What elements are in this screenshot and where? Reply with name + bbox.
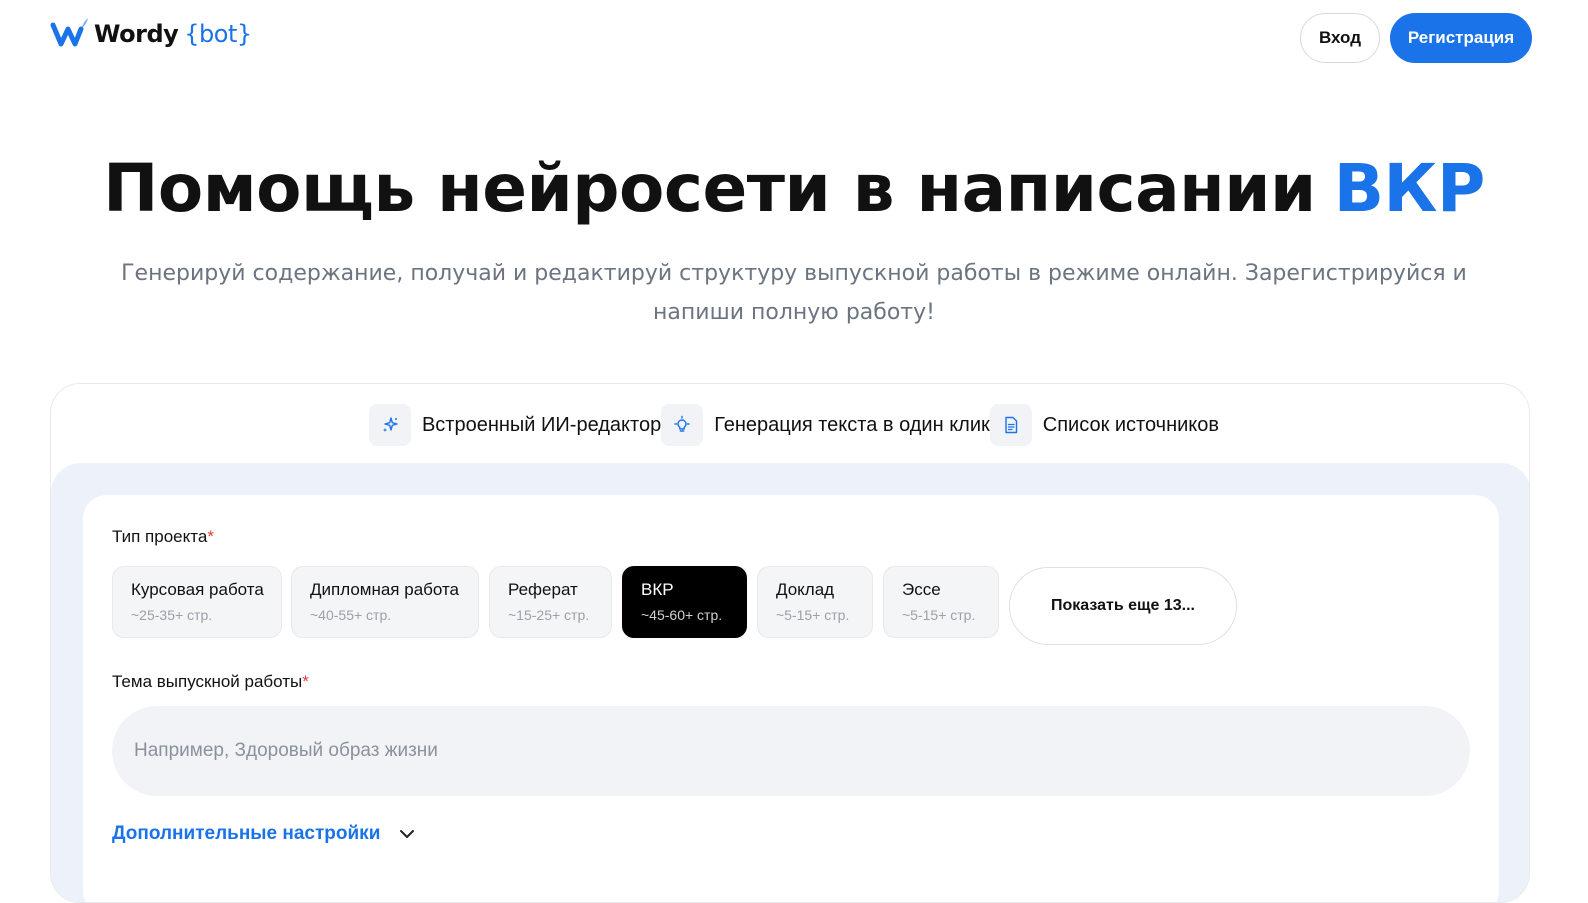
type-option-pages: ~25-35+ стр. [131, 607, 213, 623]
topic-input[interactable] [112, 706, 1470, 796]
chevron-down-icon [400, 830, 415, 838]
type-option-name: ВКР [641, 580, 674, 599]
sparkle-icon [368, 404, 411, 446]
type-option-name: Дипломная работа [310, 580, 460, 599]
hero-subtitle: Генерируй содержание, получай и редактир… [121, 261, 1467, 325]
register-button[interactable]: Регистрация [1390, 13, 1532, 63]
feature-list: Встроенный ИИ-редактор Генерация текста … [51, 404, 1529, 446]
topic-label-text: Тема выпускной работы [112, 672, 303, 691]
feature-ai-editor: Встроенный ИИ-редактор [368, 404, 662, 446]
type-option-pages: ~40-55+ стр. [310, 607, 392, 623]
required-mark: * [302, 672, 309, 691]
topic-label: Тема выпускной работы* [112, 672, 309, 692]
feature-label: Встроенный ИИ-редактор [421, 413, 662, 436]
lightbulb-icon [661, 404, 704, 446]
hero-title: Помощь нейросети в написании ВКР [0, 150, 1588, 227]
feature-one-click: Генерация текста в один клик [661, 404, 990, 446]
logo-accent-text: {bot} [184, 20, 252, 48]
logo-text: Wordy [94, 20, 179, 48]
project-type-label: Тип проекта* [112, 527, 214, 547]
type-option-coursework[interactable]: Курсовая работа ~25-35+ стр. [112, 566, 282, 638]
type-option-pages: ~5-15+ стр. [902, 607, 976, 623]
project-form: Тип проекта* Курсовая работа ~25-35+ стр… [83, 495, 1499, 902]
document-icon [989, 404, 1032, 446]
required-mark: * [207, 527, 214, 546]
type-option-essay-report[interactable]: Реферат ~15-25+ стр. [489, 566, 612, 638]
hero-title-accent: ВКР [1333, 150, 1486, 227]
project-type-label-text: Тип проекта [112, 527, 208, 546]
type-option-name: Доклад [776, 580, 835, 599]
type-option-diploma[interactable]: Дипломная работа ~40-55+ стр. [291, 566, 479, 638]
type-option-essay[interactable]: Эссе ~5-15+ стр. [883, 566, 999, 638]
type-option-name: Эссе [902, 580, 941, 599]
type-option-name: Реферат [508, 580, 578, 599]
logo-icon [50, 18, 88, 47]
type-option-vkr[interactable]: ВКР ~45-60+ стр. [622, 566, 747, 638]
type-option-pages: ~15-25+ стр. [508, 607, 590, 623]
feature-label: Генерация текста в один клик [714, 413, 990, 436]
site-header: Wordy {bot} Вход Регистрация [0, 0, 1588, 78]
logo[interactable]: Wordy {bot} [50, 14, 252, 54]
feature-label: Список источников [1042, 413, 1220, 436]
type-option-name: Курсовая работа [131, 580, 264, 599]
type-option-presentation[interactable]: Доклад ~5-15+ стр. [757, 566, 873, 638]
login-button[interactable]: Вход [1300, 13, 1380, 63]
hero-title-text: Помощь нейросети в написании [103, 150, 1316, 227]
type-option-pages: ~5-15+ стр. [776, 607, 850, 623]
advanced-settings-label: Дополнительные настройки [112, 823, 381, 844]
feature-sources: Список источников [989, 404, 1220, 446]
type-option-pages: ~45-60+ стр. [641, 607, 723, 623]
advanced-settings-toggle[interactable]: Дополнительные настройки [112, 823, 418, 845]
generator-panel: Встроенный ИИ-редактор Генерация текста … [50, 383, 1530, 903]
show-more-types-button[interactable]: Показать еще 13... [1009, 567, 1237, 645]
